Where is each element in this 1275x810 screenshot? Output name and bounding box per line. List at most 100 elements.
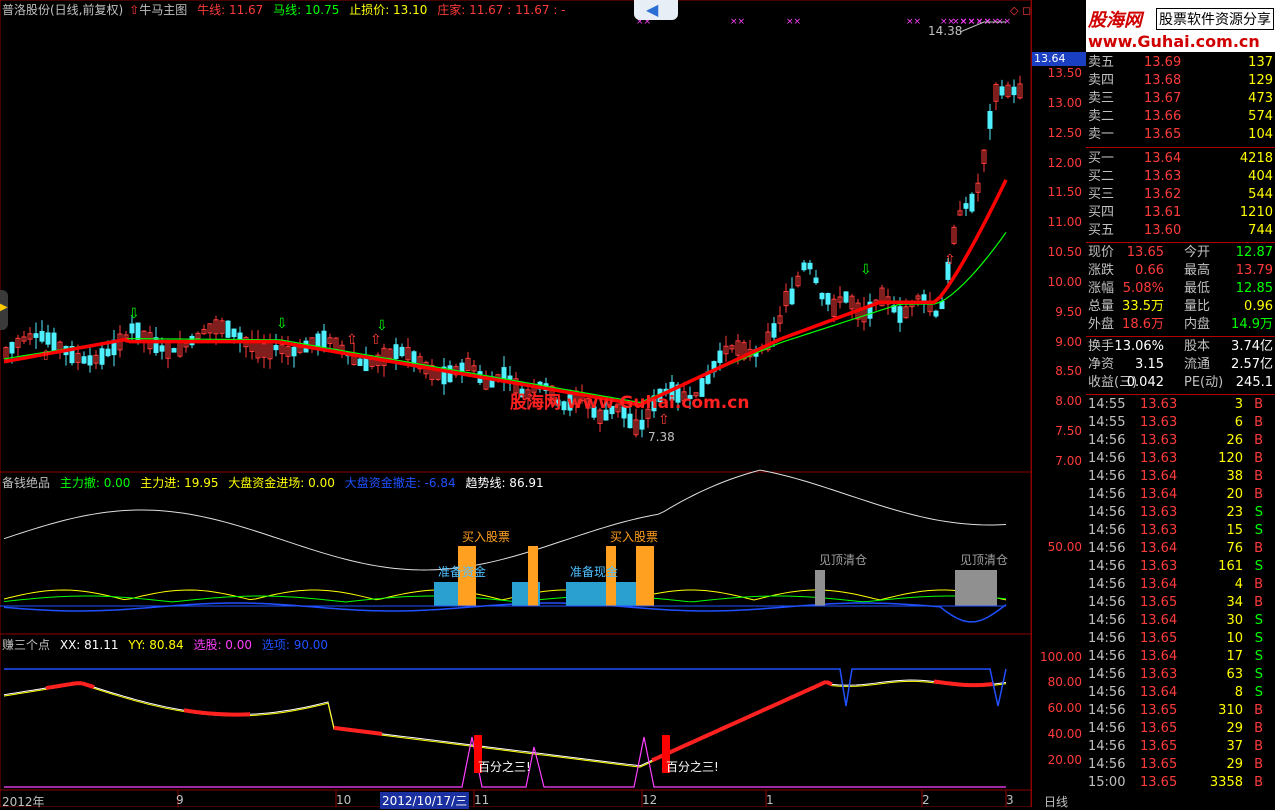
signal-segment	[790, 695, 796, 698]
trade-row[interactable]: 14:56 13.63 23 S	[1086, 504, 1275, 522]
trade-time: 14:56	[1088, 450, 1125, 468]
candle-body	[292, 347, 296, 355]
ask-volume: 104	[1248, 126, 1273, 144]
trade-row[interactable]: 14:56 13.64 8 S	[1086, 684, 1275, 702]
candle-body	[460, 363, 464, 371]
candle-body	[802, 263, 806, 270]
candle-body	[826, 294, 830, 305]
bid-label: 买五	[1088, 222, 1114, 240]
candle-body	[52, 333, 56, 351]
trade-row[interactable]: 14:55 13.63 3 B	[1086, 396, 1275, 414]
trade-row[interactable]: 14:56 13.64 30 S	[1086, 612, 1275, 630]
signal-segment	[670, 750, 676, 753]
price-axis-tick: 7.50	[1055, 424, 1082, 438]
ask-row[interactable]: 卖一 13.65 104	[1086, 126, 1275, 144]
stat-value: 13.65	[1127, 244, 1164, 262]
dealer-value: 庄家: 11.67	[437, 3, 503, 17]
trade-row[interactable]: 14:56 13.65 34 B	[1086, 594, 1275, 612]
trade-row[interactable]: 14:56 13.63 63 S	[1086, 666, 1275, 684]
sub1-axis-50: 50.00	[1048, 540, 1082, 554]
stat-label: 量比	[1184, 298, 1210, 316]
stat-value: 3.74亿	[1231, 338, 1273, 356]
trade-row[interactable]: 14:56 13.63 26 B	[1086, 432, 1275, 450]
time-label-2012: 2012年	[2, 793, 45, 810]
current-price-marker: 13.64	[1032, 52, 1086, 66]
trade-row[interactable]: 14:56 13.64 20 B	[1086, 486, 1275, 504]
top-clear-bar	[955, 570, 997, 606]
trade-row[interactable]: 14:56 13.64 4 B	[1086, 576, 1275, 594]
trade-row[interactable]: 14:56 13.64 38 B	[1086, 468, 1275, 486]
trade-price: 13.63	[1140, 504, 1177, 522]
bid-price: 13.61	[1144, 204, 1181, 222]
bid-price: 13.60	[1144, 222, 1181, 240]
trade-row[interactable]: 14:56 13.63 161 S	[1086, 558, 1275, 576]
trade-price: 13.65	[1140, 720, 1177, 738]
trade-row[interactable]: 14:56 13.64 17 S	[1086, 648, 1275, 666]
trade-volume: 29	[1226, 720, 1243, 738]
trade-row[interactable]: 14:56 13.65 29 B	[1086, 756, 1275, 774]
trade-volume: 17	[1226, 648, 1243, 666]
signal-segment	[352, 730, 358, 731]
ask-row[interactable]: 卖二 13.66 574	[1086, 108, 1275, 126]
ask-row[interactable]: 卖三 13.67 473	[1086, 90, 1275, 108]
price-scale[interactable]: 13.64 13.5013.0012.5012.0011.5011.0010.5…	[1032, 0, 1086, 807]
price-axis-tick: 10.50	[1048, 245, 1082, 259]
trade-price: 13.63	[1140, 396, 1177, 414]
signal-segment	[784, 698, 790, 701]
trade-row[interactable]: 14:56 13.65 310 B	[1086, 702, 1275, 720]
bid-row[interactable]: 买二 13.63 404	[1086, 168, 1275, 186]
sub1-name: 备钱绝品	[2, 476, 50, 490]
trade-row[interactable]: 14:56 13.64 76 B	[1086, 540, 1275, 558]
trade-side: S	[1255, 612, 1263, 630]
stat-value: 0.042	[1127, 374, 1164, 392]
stat-row: 外盘 18.6万 内盘 14.9万	[1086, 316, 1275, 334]
high-price-label: 14.38	[928, 24, 962, 38]
ask-row[interactable]: 卖五 13.69 137	[1086, 54, 1275, 72]
side-expander-handle[interactable]: ▶	[0, 290, 8, 330]
price-axis-tick: 9.00	[1055, 335, 1082, 349]
trade-row[interactable]: 14:56 13.65 37 B	[1086, 738, 1275, 756]
main-header: 普洛股份(日线,前复权)⇧牛马主图 牛线: 11.67 马线: 10.75 止损…	[2, 3, 572, 17]
trade-price: 13.65	[1140, 702, 1177, 720]
ask-price: 13.66	[1144, 108, 1181, 126]
trade-row[interactable]: 15:00 13.65 3358 B	[1086, 774, 1275, 792]
stat-value: 33.5万	[1122, 298, 1164, 316]
signal-segment	[694, 739, 700, 742]
signal-segment	[688, 741, 694, 744]
candle-body	[640, 420, 644, 429]
sub2-axis-100: 100.00	[1040, 650, 1082, 664]
trade-row[interactable]: 14:56 13.65 29 B	[1086, 720, 1275, 738]
trade-row[interactable]: 14:55 13.63 6 B	[1086, 414, 1275, 432]
trade-row[interactable]: 14:56 13.63 15 S	[1086, 522, 1275, 540]
signal-segment	[766, 706, 772, 709]
bid-row[interactable]: 买三 13.62 544	[1086, 186, 1275, 204]
back-nav-button[interactable]: ◀	[634, 0, 678, 20]
signal-segment	[652, 758, 658, 761]
candle-body	[412, 352, 416, 364]
bid-volume: 544	[1248, 186, 1273, 204]
close-icon[interactable]: ◻	[1022, 4, 1031, 17]
trade-side: B	[1254, 576, 1263, 594]
candle-body	[34, 334, 38, 338]
period-label[interactable]: 日线	[1044, 793, 1068, 810]
signal-segment	[934, 682, 940, 683]
ask-row[interactable]: 卖四 13.68 129	[1086, 72, 1275, 90]
brand-url: www.Guhai.com.cn	[1088, 32, 1260, 51]
trade-time: 14:55	[1088, 414, 1125, 432]
time-label-11: 11	[474, 793, 489, 807]
trade-volume: 76	[1226, 540, 1243, 558]
bid-row[interactable]: 买一 13.64 4218	[1086, 150, 1275, 168]
trade-time: 14:55	[1088, 396, 1125, 414]
sub1-market-out: 大盘资金撤走: -6.84	[345, 476, 456, 490]
trade-row[interactable]: 14:56 13.63 120 B	[1086, 450, 1275, 468]
diamond-icon[interactable]: ◇	[1010, 4, 1018, 17]
dealer-value-2: : 11.67	[507, 3, 549, 17]
trade-row[interactable]: 14:56 13.65 10 S	[1086, 630, 1275, 648]
ask-price: 13.67	[1144, 90, 1181, 108]
ask-volume: 473	[1248, 90, 1273, 108]
stop-loss-value: 止损价: 13.10	[349, 3, 427, 17]
bid-row[interactable]: 买五 13.60 744	[1086, 222, 1275, 240]
trade-time: 14:56	[1088, 432, 1125, 450]
bid-row[interactable]: 买四 13.61 1210	[1086, 204, 1275, 222]
chart-area[interactable]: ××××××××××××××××××××××⇧⇩⇩⇧⇧⇩⇧⇩⇧ 普洛股份(日线,…	[0, 0, 1032, 807]
